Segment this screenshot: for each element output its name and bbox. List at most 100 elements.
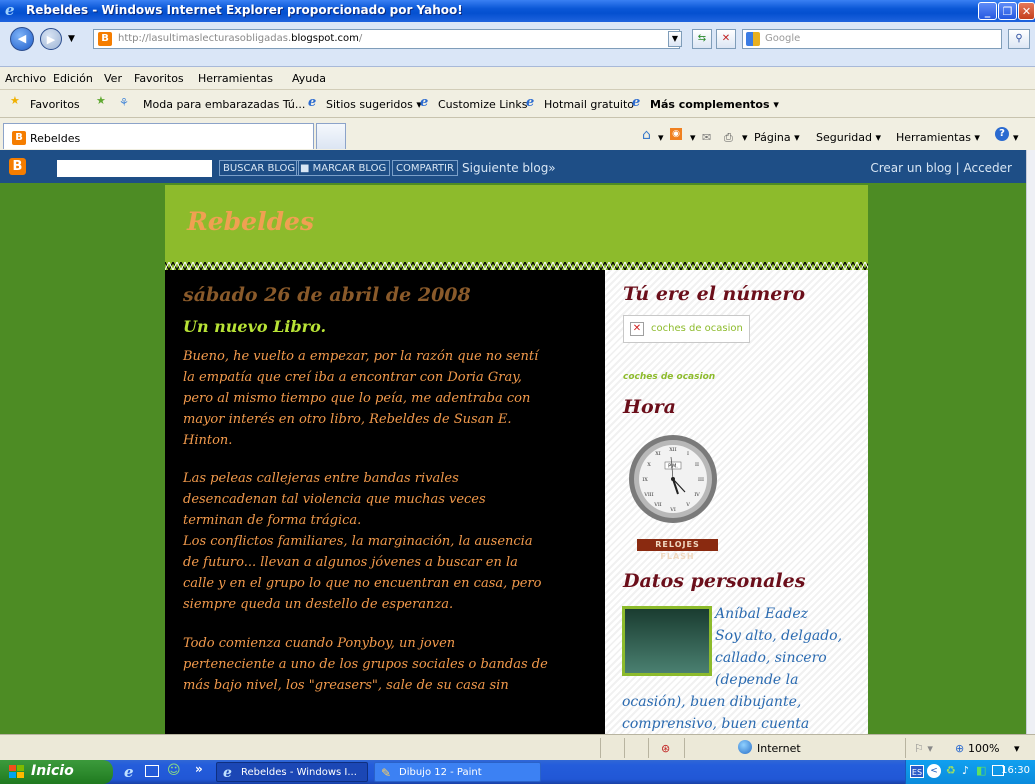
search-go-icon[interactable]: ⚲	[1008, 29, 1030, 49]
mail-icon[interactable]: ✉	[702, 131, 711, 144]
post-paragraph-2: Las peleas callejeras entre bandas rival…	[183, 471, 542, 612]
counter-caption-link[interactable]: coches de ocasion	[623, 372, 715, 382]
taskbar-paint-window[interactable]: ✎ Dibujo 12 - Paint	[374, 762, 541, 782]
maximize-button[interactable]: ❐	[998, 2, 1017, 20]
menu-favoritos[interactable]: Favoritos	[134, 72, 184, 85]
blogger-logo-icon[interactable]: B	[9, 158, 26, 175]
minimize-button[interactable]: _	[978, 2, 997, 20]
add-favorite-icon[interactable]: ★	[96, 94, 106, 107]
start-button[interactable]: Inicio	[0, 760, 113, 784]
login-link[interactable]: Acceder	[963, 161, 1012, 175]
security-menu[interactable]: Seguridad ▾	[816, 131, 881, 144]
windows-flag-icon	[9, 765, 25, 779]
blog-search-input[interactable]	[57, 160, 212, 177]
next-blog-link[interactable]: Siguiente blog»	[462, 161, 556, 175]
favorites-star-icon[interactable]: ★	[10, 94, 20, 107]
tab-rebeldes[interactable]: B Rebeldes	[3, 123, 314, 149]
blogger-favicon-icon: B	[12, 131, 26, 145]
quicklaunch-expand-icon[interactable]: »	[195, 762, 203, 776]
messenger-icon[interactable]: ☺	[167, 763, 181, 778]
svg-text:X: X	[647, 462, 651, 468]
new-tab-button[interactable]	[316, 123, 346, 149]
feeds-dropdown-icon[interactable]: ▾	[690, 131, 696, 144]
volume-icon[interactable]: ♪	[962, 764, 969, 777]
address-url: http://lasultimaslecturasobligadas.blogs…	[118, 33, 363, 44]
fav-link-complementos[interactable]: Más complementos ▾	[650, 98, 779, 111]
window-title: Rebeldes - Windows Internet Explorer pro…	[26, 3, 463, 17]
taskbar-clock[interactable]: 16:30	[1001, 765, 1030, 776]
forward-button[interactable]: ▶	[40, 28, 62, 50]
visit-counter-widget[interactable]: ✕ coches de ocasion	[623, 315, 750, 343]
menu-edicion[interactable]: Edición	[53, 72, 93, 85]
svg-text:IX: IX	[642, 477, 648, 483]
profile-avatar[interactable]	[622, 606, 712, 676]
post-title[interactable]: Un nuevo Libro.	[183, 317, 326, 336]
search-input[interactable]: Google	[742, 29, 1002, 49]
main-column: sábado 26 de abril de 2008 Un nuevo Libr…	[165, 270, 605, 734]
page-viewport: B BUSCAR BLOG ■ MARCAR BLOG COMPARTIR Si…	[0, 150, 1026, 734]
zoom-icon[interactable]: ⊕	[955, 742, 964, 755]
favorites-button[interactable]: Favoritos	[30, 98, 80, 111]
recent-pages-dropdown[interactable]: ▼	[68, 34, 75, 44]
ie-icon: e	[632, 95, 641, 110]
svg-text:P.M.: P.M.	[668, 464, 678, 470]
home-icon[interactable]: ⌂	[642, 127, 651, 143]
clock-widget: XII III VI IX I II IV V VII VIII X XI P.…	[629, 435, 717, 523]
blog-header: Rebeldes	[165, 185, 868, 262]
menu-herramientas[interactable]: Herramientas	[198, 72, 273, 85]
close-button[interactable]: ✕	[1018, 2, 1035, 20]
search-blog-button[interactable]: BUSCAR BLOG	[219, 160, 300, 176]
ie-quicklaunch-icon[interactable]: e	[124, 763, 134, 781]
relojes-flash-badge[interactable]: RELOJES FLASH	[637, 539, 718, 561]
internet-zone-icon	[738, 740, 752, 754]
menu-bar: Archivo Edición Ver Favoritos Herramient…	[0, 67, 1035, 90]
fav-link-customize[interactable]: Customize Links	[438, 98, 528, 111]
fav-link-sitios[interactable]: Sitios sugeridos ▾	[326, 98, 422, 111]
vertical-scrollbar[interactable]	[1026, 150, 1035, 734]
profile-name-link[interactable]: Aníbal Eadez	[715, 603, 808, 625]
svg-text:III: III	[698, 477, 704, 483]
blog-title[interactable]: Rebeldes	[187, 207, 314, 236]
svg-text:XII: XII	[669, 447, 677, 453]
create-blog-link[interactable]: Crear un blog	[870, 161, 951, 175]
menu-ayuda[interactable]: Ayuda	[292, 72, 326, 85]
taskbar-ie-window[interactable]: e Rebeldes - Windows I...	[216, 762, 368, 782]
flag-blog-button[interactable]: ■ MARCAR BLOG	[296, 160, 391, 176]
protected-mode-icon[interactable]: ⚐ ▾	[914, 742, 933, 755]
address-input[interactable]: B http://lasultimaslecturasobligadas.blo…	[93, 29, 680, 49]
post-paragraph-1: Bueno, he vuelto a empezar, por la razón…	[183, 349, 539, 448]
privacy-icon[interactable]: ⊛	[661, 742, 670, 755]
network-icon[interactable]: ◧	[976, 764, 986, 777]
menu-ver[interactable]: Ver	[104, 72, 122, 85]
blog-container: Rebeldes sábado 26 de abril de 2008 Un n…	[165, 185, 868, 734]
zoom-level[interactable]: 100%	[968, 742, 999, 755]
language-icon[interactable]: ES	[910, 765, 924, 778]
svg-text:IV: IV	[694, 492, 700, 498]
fav-link-hotmail[interactable]: Hotmail gratuito	[544, 98, 634, 111]
profile-heading: Datos personales	[623, 570, 806, 592]
home-dropdown-icon[interactable]: ▾	[658, 131, 664, 144]
fav-link-moda[interactable]: Moda para embarazadas Tú...	[143, 98, 305, 111]
address-toolbar: ◀ ▶ ▼ B http://lasultimaslecturasobligad…	[0, 22, 1035, 67]
print-dropdown-icon[interactable]: ▾	[742, 131, 748, 144]
tray-app-icon[interactable]: ♻	[946, 764, 956, 777]
page-menu[interactable]: Página ▾	[754, 131, 800, 144]
tools-menu[interactable]: Herramientas ▾	[896, 131, 980, 144]
window-title-bar[interactable]: e Rebeldes - Windows Internet Explorer p…	[0, 0, 1035, 22]
help-dropdown-icon[interactable]: ▾	[1013, 131, 1019, 144]
print-icon[interactable]: ⎙	[724, 131, 733, 145]
tray-collapse-icon[interactable]: <	[927, 764, 941, 778]
refresh-icon[interactable]: ⇆	[692, 29, 712, 49]
stop-icon[interactable]: ✕	[716, 29, 736, 49]
windows-taskbar: Inicio e ☺ » e Rebeldes - Windows I... ✎…	[0, 760, 1035, 784]
sidebar: Tú ere el número ✕ coches de ocasion coc…	[605, 270, 868, 734]
help-icon[interactable]: ?	[995, 127, 1009, 141]
back-button[interactable]: ◀	[10, 27, 34, 51]
address-dropdown-button[interactable]: ▼	[668, 31, 682, 47]
show-desktop-icon[interactable]	[145, 765, 159, 777]
zoom-dropdown-icon[interactable]: ▾	[1014, 742, 1020, 755]
menu-archivo[interactable]: Archivo	[5, 72, 46, 85]
share-button[interactable]: COMPARTIR	[392, 160, 458, 176]
feeds-icon[interactable]: ◉	[670, 128, 682, 140]
svg-text:XI: XI	[655, 451, 661, 457]
